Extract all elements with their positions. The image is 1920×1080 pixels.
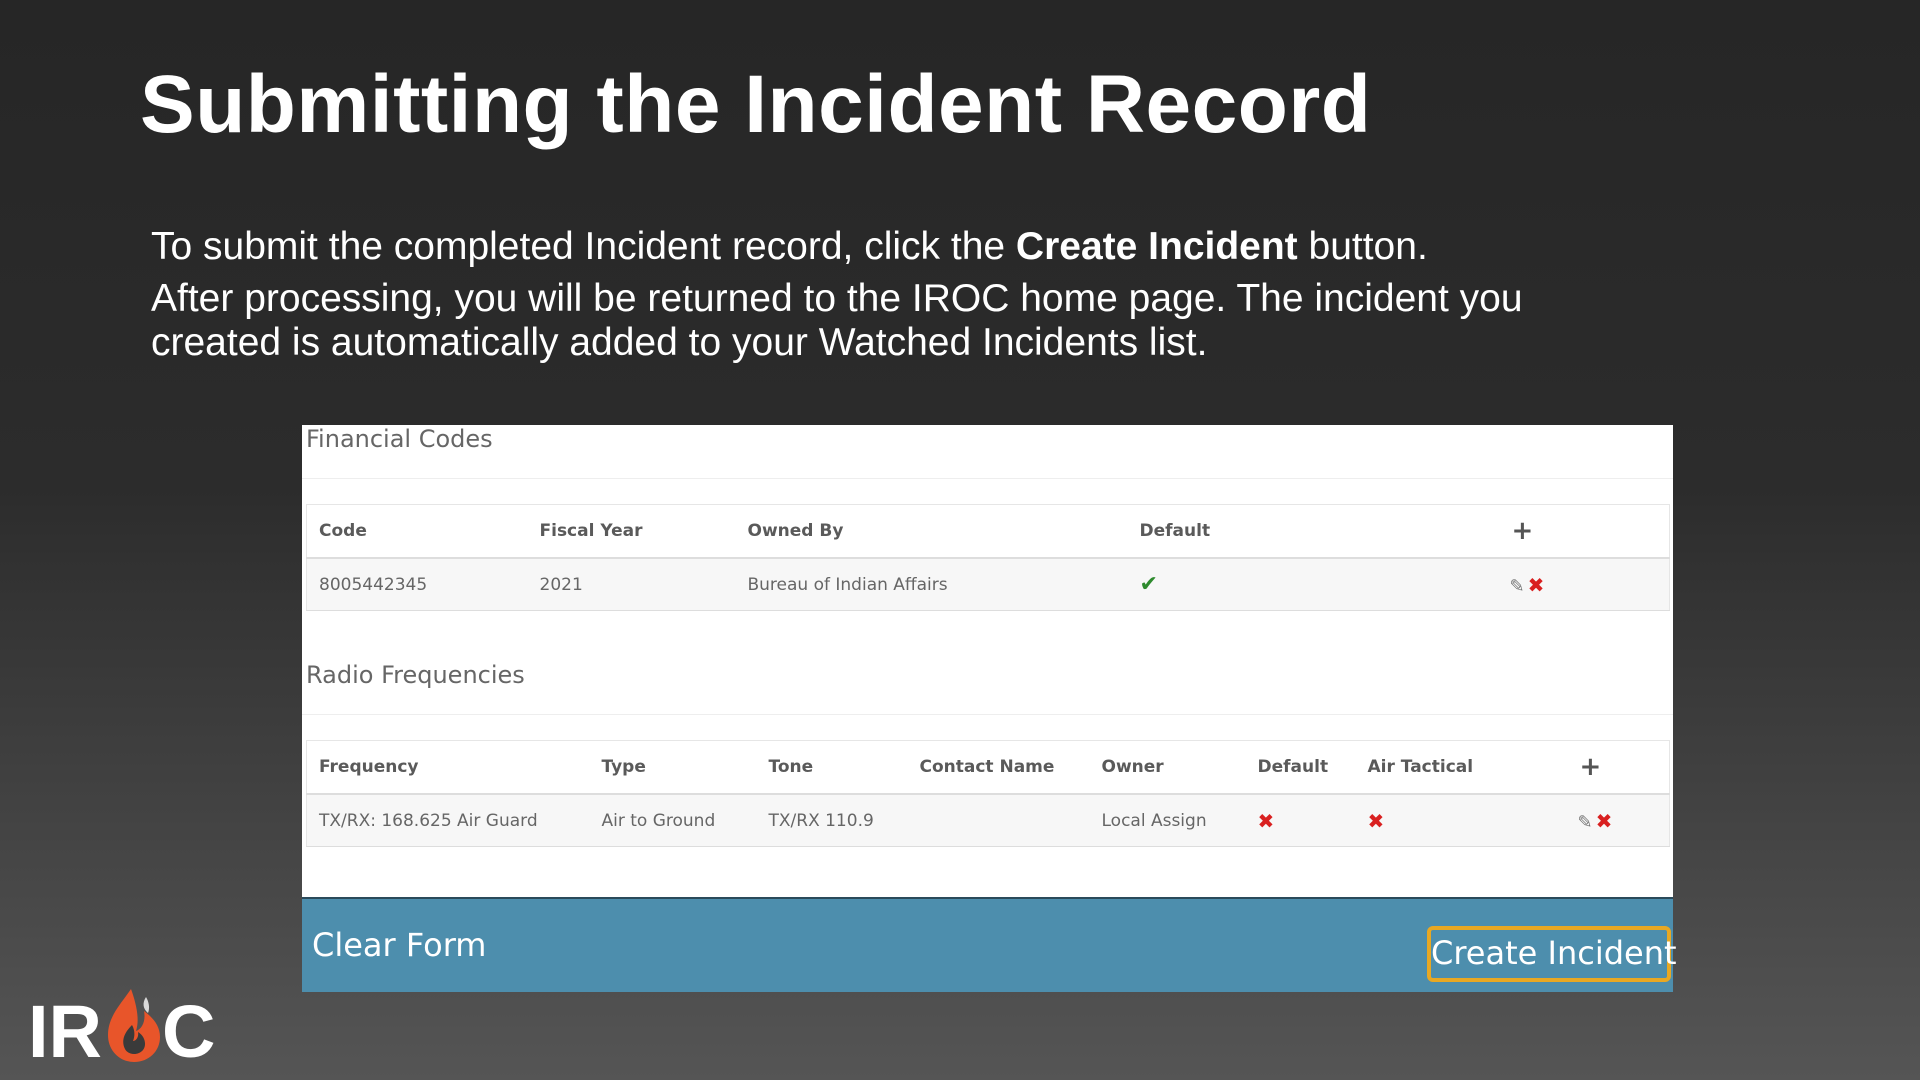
cell-air-tactical: ✖ [1355,794,1534,847]
cell-owner: Local Assign [1089,794,1246,847]
cell-actions: ✎ ✖ [1533,794,1670,847]
col-header-tone: Tone [756,740,908,795]
flame-icon [108,989,160,1062]
financial-codes-table: Code Fiscal Year Owned By Default + 8005… [306,504,1670,611]
table-header-row: Code Fiscal Year Owned By Default + [306,504,1670,559]
instruction-para-1: To submit the completed Incident record,… [151,225,1551,269]
cell-owned-by: Bureau of Indian Affairs [735,558,1128,611]
slide-title: Submitting the Incident Record [140,59,1372,150]
add-frequency-icon[interactable]: + [1580,752,1602,782]
x-icon: ✖ [1257,808,1275,833]
edit-icon[interactable]: ✎ [1510,576,1525,597]
add-header-cell: + [1335,504,1670,559]
financial-codes-title: Financial Codes [306,425,493,453]
cell-frequency: TX/RX: 168.625 Air Guard [306,794,590,847]
cell-actions: ✎ ✖ [1335,558,1670,611]
instruction-text: To submit the completed Incident record,… [151,225,1551,365]
table-row: 8005442345 2021 Bureau of Indian Affairs… [306,558,1670,611]
cell-default: ✖ [1245,794,1356,847]
col-header-fiscal-year: Fiscal Year [527,504,736,559]
logo-text-left: IR [28,990,102,1065]
para1-text: To submit the completed Incident record,… [151,225,1016,268]
col-header-air-tactical: Air Tactical [1355,740,1534,795]
para1-end: button. [1297,225,1428,268]
col-header-type: Type [589,740,757,795]
col-header-contact-name: Contact Name [907,740,1090,795]
cell-code: 8005442345 [306,558,528,611]
instruction-para-2: After processing, you will be returned t… [151,277,1523,364]
col-header-owned-by: Owned By [735,504,1128,559]
logo-text-right: C [162,990,215,1065]
col-header-default: Default [1245,740,1356,795]
col-header-code: Code [306,504,528,559]
cell-contact-name [907,794,1090,847]
iroc-logo: IR C [28,989,215,1065]
para1-bold: Create Incident [1015,225,1298,268]
edit-icon[interactable]: ✎ [1578,812,1593,833]
table-header-row: Frequency Type Tone Contact Name Owner D… [306,740,1670,795]
cell-type: Air to Ground [589,794,757,847]
radio-frequencies-table: Frequency Type Tone Contact Name Owner D… [306,740,1670,847]
cell-default: ✔ [1127,558,1336,611]
col-header-owner: Owner [1089,740,1246,795]
col-header-default: Default [1127,504,1336,559]
divider [302,714,1673,715]
divider [302,478,1673,479]
delete-icon[interactable]: ✖ [1528,573,1545,597]
clear-form-button[interactable]: Clear Form [312,926,486,964]
col-header-frequency: Frequency [306,740,590,795]
create-incident-button[interactable]: Create Incident [1427,926,1677,982]
add-financial-code-icon[interactable]: + [1512,516,1534,546]
add-header-cell: + [1533,740,1670,795]
form-action-bar: Clear Form Create Incident [302,897,1677,992]
cell-tone: TX/RX 110.9 [756,794,908,847]
delete-icon[interactable]: ✖ [1596,809,1613,833]
incident-form-screenshot: Financial Codes Code Fiscal Year Owned B… [302,425,1677,992]
cell-fiscal-year: 2021 [527,558,736,611]
table-row: TX/RX: 168.625 Air Guard Air to Ground T… [306,794,1670,847]
x-icon: ✖ [1367,808,1385,833]
check-icon: ✔ [1139,572,1158,597]
radio-frequencies-title: Radio Frequencies [306,661,525,689]
